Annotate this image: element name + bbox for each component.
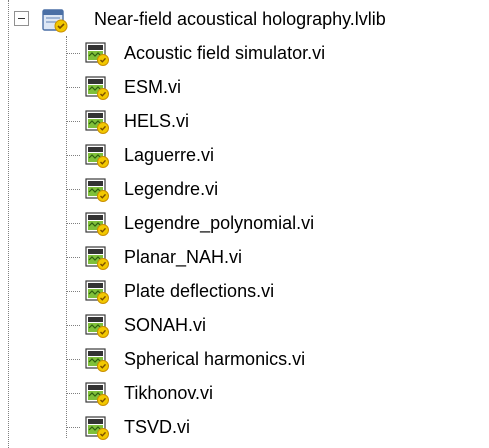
tree-item-tikhonov-vi[interactable]: Tikhonov.vi: [0, 376, 489, 410]
tree-item-connector-line: [66, 325, 80, 326]
tree-item-sonah-vi[interactable]: SONAH.vi: [0, 308, 489, 342]
tree-item-connector-line: [66, 87, 80, 88]
tree-item-connector-line: [66, 189, 80, 190]
vi-icon: [85, 280, 109, 304]
vi-label: HELS.vi: [124, 111, 190, 131]
vi-icon: [85, 348, 109, 372]
collapse-toggle-icon[interactable]: [14, 11, 29, 26]
tree-item-connector-line: [66, 359, 80, 360]
tree-item-connector-line: [66, 223, 80, 224]
tree-item-connector-line: [66, 291, 80, 292]
tree-item-tsvd-vi[interactable]: TSVD.vi: [0, 410, 489, 444]
tree-item-connector-line: [66, 155, 80, 156]
vi-label: ESM.vi: [124, 77, 182, 97]
vi-label: Laguerre.vi: [124, 145, 215, 165]
vi-label: Plate deflections.vi: [124, 281, 275, 301]
tree-item-connector-line: [66, 121, 80, 122]
tree-item-legendre-vi[interactable]: Legendre.vi: [0, 172, 489, 206]
vi-icon: [85, 110, 109, 134]
tree-item-library[interactable]: Near-field acoustical holography.lvlib: [0, 2, 489, 36]
vi-icon: [85, 42, 109, 66]
vi-label: Acoustic field simulator.vi: [124, 43, 326, 63]
tree-item-planar-nah-vi[interactable]: Planar_NAH.vi: [0, 240, 489, 274]
vi-icon: [85, 314, 109, 338]
tree-item-esm-vi[interactable]: ESM.vi: [0, 70, 489, 104]
lvlib-icon: [42, 9, 68, 33]
tree-item-connector-line: [66, 257, 80, 258]
vi-label: Planar_NAH.vi: [124, 247, 243, 267]
vi-icon: [85, 416, 109, 440]
tree-item-connector-line: [66, 53, 80, 54]
vi-label: Spherical harmonics.vi: [124, 349, 306, 369]
tree-item-plate-deflections-vi[interactable]: Plate deflections.vi: [0, 274, 489, 308]
vi-label: Legendre_polynomial.vi: [124, 213, 315, 233]
vi-label: SONAH.vi: [124, 315, 207, 335]
vi-icon: [85, 246, 109, 270]
project-tree: Near-field acoustical holography.lvlib A…: [0, 0, 489, 448]
vi-label: TSVD.vi: [124, 417, 191, 437]
tree-item-connector-line: [66, 393, 80, 394]
vi-icon: [85, 76, 109, 100]
tree-item-hels-vi[interactable]: HELS.vi: [0, 104, 489, 138]
vi-label: Tikhonov.vi: [124, 383, 214, 403]
vi-icon: [85, 144, 109, 168]
library-label: Near-field acoustical holography.lvlib: [94, 9, 386, 29]
tree-item-laguerre-vi[interactable]: Laguerre.vi: [0, 138, 489, 172]
tree-item-connector-line: [66, 427, 80, 428]
vi-icon: [85, 178, 109, 202]
tree-item-legendre-polynomial-vi[interactable]: Legendre_polynomial.vi: [0, 206, 489, 240]
vi-icon: [85, 382, 109, 406]
tree-item-acoustic-field-simulator-vi[interactable]: Acoustic field simulator.vi: [0, 36, 489, 70]
vi-icon: [85, 212, 109, 236]
tree-item-spherical-harmonics-vi[interactable]: Spherical harmonics.vi: [0, 342, 489, 376]
vi-label: Legendre.vi: [124, 179, 219, 199]
